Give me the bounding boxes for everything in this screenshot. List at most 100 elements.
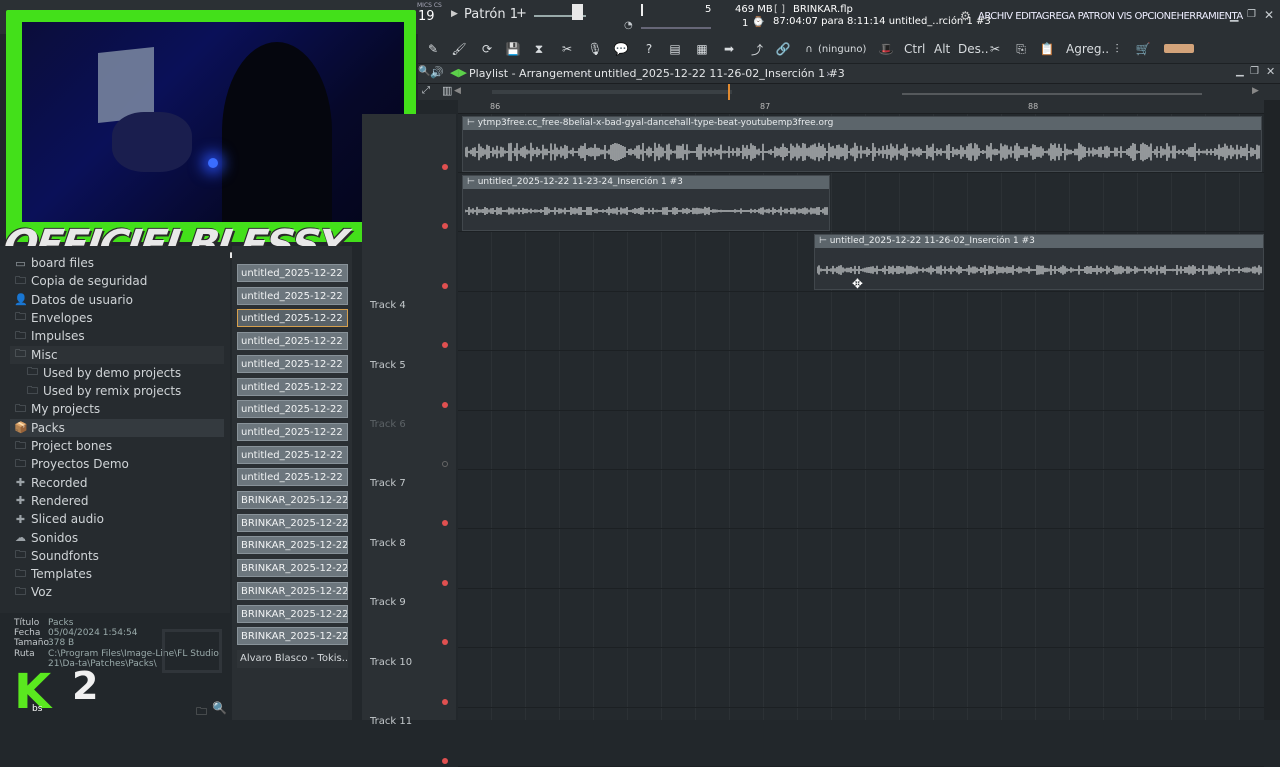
track-row[interactable] — [458, 708, 1264, 767]
none-selector[interactable]: (ninguno) — [818, 39, 866, 59]
track-mute-dot[interactable] — [442, 520, 448, 527]
menu-agregar[interactable]: AGREGA — [1036, 11, 1076, 22]
paste-icon[interactable]: 📋 — [1038, 39, 1056, 59]
close-icon[interactable]: ✕ — [1264, 8, 1274, 22]
alt-button[interactable]: Alt — [934, 39, 950, 59]
track-mute-dot[interactable] — [442, 639, 448, 646]
browser-item[interactable]: ✚ Sliced audio — [14, 510, 104, 528]
browser-item[interactable]: ✚ Recorded — [14, 474, 88, 492]
track-row[interactable] — [458, 352, 1264, 411]
browser-item[interactable]: 🗀 My projects — [14, 400, 100, 418]
track-name[interactable]: Track 7 — [370, 478, 406, 489]
plugin-icon[interactable]: ⤴ — [748, 39, 766, 59]
track-mute-dot[interactable] — [442, 342, 448, 349]
playhead-marker[interactable] — [728, 84, 730, 100]
minimize-icon[interactable]: ▁ — [1230, 9, 1238, 22]
clip-list-item[interactable]: untitled_2025-12-22 11-... — [237, 377, 348, 396]
track-name[interactable]: Track 11 — [370, 716, 412, 727]
overview-strip[interactable] — [492, 90, 732, 94]
browser-item[interactable]: 👤 Datos de usuario — [14, 291, 133, 309]
breadcrumb[interactable]: untitled_2025-12-22 11-26-02_Inserción 1… — [594, 67, 845, 80]
track-mute-dot[interactable] — [442, 164, 448, 170]
track-row[interactable] — [458, 589, 1264, 649]
browser-item[interactable]: 📦 Packs — [10, 418, 224, 437]
track-mute-dot[interactable] — [442, 758, 448, 764]
track-name[interactable]: Track 10 — [370, 657, 412, 668]
undo-button[interactable]: Des.. — [958, 39, 989, 59]
clip-list-item[interactable]: untitled_2025-12-22 11-... — [237, 309, 348, 328]
menu-patron[interactable]: PATRON — [1078, 11, 1115, 22]
lock-icon[interactable]: ∩ — [800, 39, 818, 59]
browser-item[interactable]: 🗀 Voz — [14, 583, 52, 601]
loop-icon[interactable]: ⟳ — [478, 39, 496, 59]
playlist-overview[interactable]: ⤢ ▥ ◀ ▶ — [418, 84, 1280, 100]
piano-roll-icon[interactable]: ▦ — [692, 39, 712, 59]
track-name[interactable]: Track 6 — [370, 419, 406, 430]
track-name[interactable]: Track 4 — [370, 300, 406, 311]
arrangement-grid[interactable]: ⊢ ytmp3free.cc_free-8belial-x-bad-gyal-d… — [458, 114, 1264, 767]
track-mute-dot[interactable] — [442, 698, 448, 705]
browser-item[interactable]: 🗀 Impulses — [14, 327, 85, 345]
track-name[interactable]: Track 5 — [370, 360, 406, 371]
metronome-icon[interactable]: ✂ — [558, 39, 576, 59]
playlist-close-icon[interactable]: ✕ — [1266, 65, 1275, 78]
link-icon[interactable]: 🔗 — [774, 39, 792, 59]
clip-list-item[interactable]: BRINKAR_2025-12-22 11-... — [237, 491, 348, 509]
menu-editar[interactable]: EDIT — [1015, 11, 1036, 22]
playlist-restore-icon[interactable]: ❐ — [1250, 66, 1259, 77]
browser-item[interactable]: ▭ board files — [14, 254, 94, 272]
track-mute-dot[interactable] — [442, 579, 448, 586]
arrow-right-icon[interactable]: ➡ — [720, 39, 738, 59]
scroll-right-icon[interactable]: ▶ — [1252, 86, 1259, 96]
playlist-minimize-icon[interactable]: ▁ — [1236, 66, 1244, 77]
restore-icon[interactable]: ❐ — [1247, 9, 1256, 20]
browser-item[interactable]: 🗀 Soundfonts — [14, 547, 99, 565]
master-volume-slider[interactable] — [641, 27, 711, 29]
track-row[interactable] — [458, 411, 1264, 470]
copy-icon[interactable]: ⎘ — [1012, 39, 1030, 59]
playlist-icon[interactable]: ▤ — [666, 39, 684, 59]
clip-list-item[interactable]: untitled_2025-12-22 11-... — [237, 264, 348, 282]
cut-icon[interactable]: ✂ — [986, 39, 1004, 59]
search-icon[interactable]: 🔍 — [212, 701, 227, 715]
browser-item[interactable]: ✚ Rendered — [14, 492, 89, 510]
scroll-left-icon[interactable]: ◀ — [454, 86, 461, 96]
track-mute-dot[interactable] — [442, 223, 448, 230]
audio-clip-label[interactable]: ⊢ untitled_2025-12-22 11-23-24_Inserción… — [463, 176, 829, 189]
menu-opciones[interactable]: OPCIONE — [1134, 11, 1177, 22]
vertical-scrollbar[interactable] — [1264, 100, 1280, 720]
clip-list-item[interactable]: BRINKAR_2025-12-22 12-... — [237, 536, 348, 555]
browser-item[interactable]: 🗀 Project bones — [14, 437, 112, 455]
clip-list-item[interactable]: BRINKAR_2025-12-22 12-... — [237, 559, 348, 578]
add-button[interactable]: Agreg.. — [1066, 39, 1109, 59]
horizontal-zoom[interactable] — [902, 93, 1202, 95]
add-pattern-button[interactable]: + — [516, 6, 527, 21]
mic-icon[interactable]: 🎙 — [586, 39, 604, 59]
cart-icon[interactable]: 🛒 — [1134, 39, 1152, 59]
browser-item[interactable]: 🗀 Proyectos Demo — [14, 455, 129, 473]
audio-clip-label[interactable]: ⊢ untitled_2025-12-22 11-26-02_Inserción… — [815, 235, 1263, 248]
clip-list-item[interactable]: untitled_2025-12-22 11-... — [237, 422, 348, 441]
snap-icon[interactable]: ⤢ — [422, 85, 430, 96]
audio-clip[interactable]: ⊢ untitled_2025-12-22 11-26-02_Inserción… — [814, 234, 1264, 290]
menu-ver[interactable]: VIS — [1117, 11, 1132, 22]
browser-item[interactable]: 🗀 Templates — [14, 565, 92, 583]
scope-icon[interactable] — [1164, 44, 1194, 53]
pattern-selector[interactable]: Patrón 1 — [464, 7, 518, 22]
clip-list-item[interactable]: untitled_2025-12-22 11-... — [237, 286, 348, 305]
step-icon[interactable]: ⧗ — [530, 39, 548, 59]
clip-list-item[interactable]: Alvaro Blasco - Tokis... — [237, 649, 348, 668]
clip-list-item[interactable]: untitled_2025-12-22 11-... — [237, 400, 348, 419]
play-pattern-icon[interactable]: ▶ — [451, 9, 458, 19]
clip-list-item[interactable]: BRINKAR_2025-12-22 12-... — [237, 581, 348, 600]
browser-item[interactable]: 🗀 Envelopes — [14, 309, 93, 327]
track-name[interactable]: Track 9 — [370, 597, 406, 608]
browser-item[interactable]: 🗀 Used by remix projects — [26, 382, 181, 400]
track-row[interactable] — [458, 649, 1264, 708]
save-icon[interactable]: 💾 — [504, 39, 522, 59]
browser-item[interactable]: 🗀 Copia de seguridad — [14, 272, 147, 290]
tempo-slider-handle[interactable] — [572, 4, 583, 20]
menu-archivo[interactable]: ARCHIV — [978, 11, 1013, 22]
clip-list-item[interactable]: untitled_2025-12-22 11-... — [237, 468, 348, 487]
mixer-icon[interactable]: ⫶ — [1108, 39, 1126, 59]
